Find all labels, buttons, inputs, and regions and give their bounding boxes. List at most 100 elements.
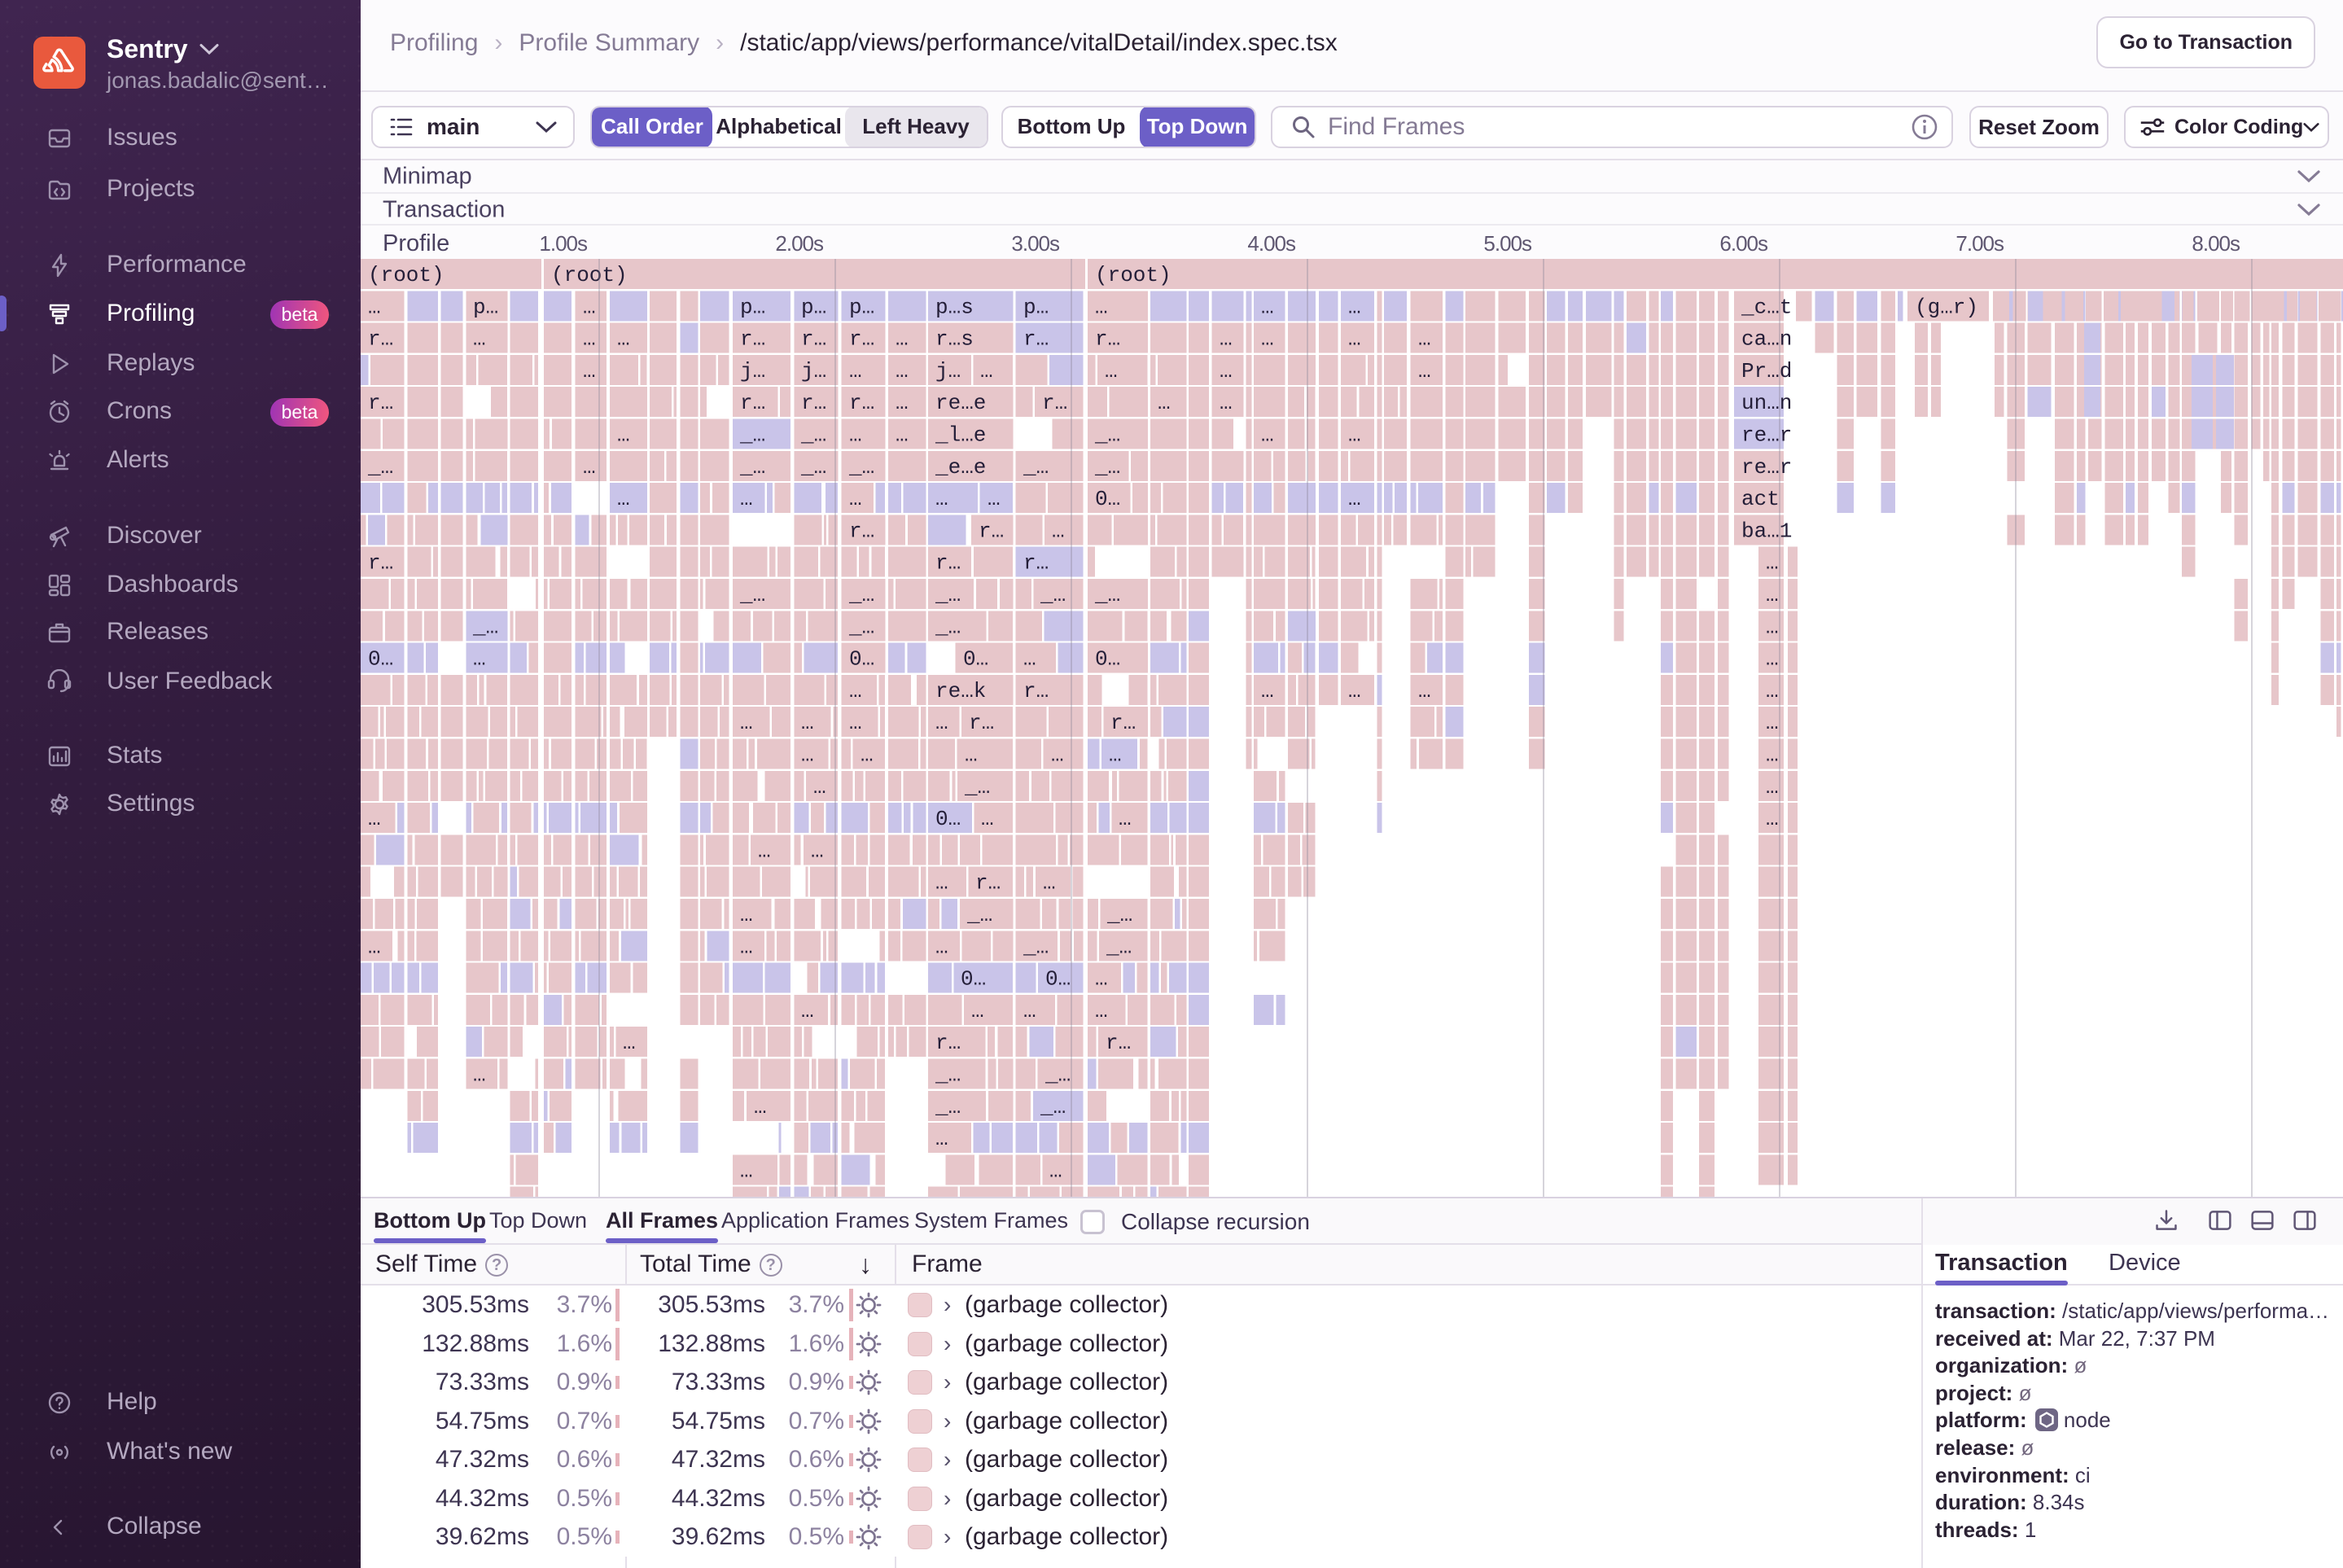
svg-text:r…: r… xyxy=(935,551,961,576)
svg-text:…: … xyxy=(1348,295,1361,319)
svg-text:…: … xyxy=(1051,743,1064,768)
svg-text:…: … xyxy=(1220,327,1233,352)
svg-text:ba…1: ba…1 xyxy=(1741,519,1792,543)
svg-text:_…: _… xyxy=(964,775,990,799)
svg-text:r…: r… xyxy=(1023,327,1049,352)
svg-text:…: … xyxy=(1043,871,1056,896)
svg-text:…: … xyxy=(965,743,978,768)
svg-text:_…: _… xyxy=(1106,935,1132,959)
svg-text:_…: _… xyxy=(1094,583,1120,607)
svg-text:…: … xyxy=(896,359,909,383)
svg-text:…: … xyxy=(740,903,753,927)
svg-text:…: … xyxy=(1348,327,1361,352)
svg-text:_…: _… xyxy=(739,423,765,448)
svg-text:_…: _… xyxy=(1040,583,1066,607)
svg-text:…: … xyxy=(1766,583,1779,607)
svg-text:…: … xyxy=(1049,1158,1062,1183)
svg-text:(g…r): (g…r) xyxy=(1915,295,1978,319)
svg-text:r…: r… xyxy=(849,327,874,352)
svg-text:p…: p… xyxy=(1023,295,1049,319)
svg-text:…: … xyxy=(473,327,486,352)
svg-text:…: … xyxy=(1261,327,1274,352)
svg-text:…: … xyxy=(935,1127,948,1151)
svg-text:p…: p… xyxy=(849,295,874,319)
svg-text:_l…e: _l…e xyxy=(935,423,986,448)
svg-text:…: … xyxy=(758,839,771,863)
svg-text:_…: _… xyxy=(848,455,874,480)
svg-text:0…: 0… xyxy=(1045,967,1071,992)
svg-text:j…: j… xyxy=(740,359,765,383)
svg-text:_…: _… xyxy=(800,455,826,480)
svg-text:…: … xyxy=(861,743,874,768)
svg-text:…: … xyxy=(801,743,814,768)
svg-text:…: … xyxy=(1220,391,1233,415)
svg-text:_…: _… xyxy=(739,583,765,607)
svg-text:r…: r… xyxy=(979,519,1004,543)
svg-text:r…: r… xyxy=(1023,679,1049,703)
svg-text:p…s: p…s xyxy=(935,295,974,319)
svg-text:…: … xyxy=(617,327,630,352)
svg-text:…: … xyxy=(1766,679,1779,703)
svg-text:p…: p… xyxy=(473,295,498,319)
svg-text:(root): (root) xyxy=(1095,263,1172,287)
svg-text:…: … xyxy=(1105,359,1118,383)
svg-text:_…: _… xyxy=(1094,423,1120,448)
svg-text:0…: 0… xyxy=(368,647,393,672)
svg-text:…: … xyxy=(1348,487,1361,511)
svg-text:…: … xyxy=(1261,679,1274,703)
svg-text:…: … xyxy=(368,295,381,319)
svg-text:r…s: r…s xyxy=(935,327,974,352)
svg-text:…: … xyxy=(623,1031,636,1055)
svg-text:…: … xyxy=(754,1095,767,1119)
svg-text:…: … xyxy=(583,455,596,480)
svg-text:_…: _… xyxy=(472,615,498,639)
svg-text:j…: j… xyxy=(801,359,826,383)
svg-text:…: … xyxy=(935,487,948,511)
svg-text:…: … xyxy=(473,647,486,672)
svg-text:_…: _… xyxy=(848,583,874,607)
svg-text:r…: r… xyxy=(368,391,393,415)
svg-text:p…: p… xyxy=(740,295,765,319)
svg-text:…: … xyxy=(1261,423,1274,448)
svg-text:r…: r… xyxy=(849,391,874,415)
svg-text:…: … xyxy=(1023,999,1036,1023)
svg-text:_…: _… xyxy=(935,1063,961,1088)
svg-text:p…: p… xyxy=(801,295,826,319)
svg-text:…: … xyxy=(1119,807,1132,831)
svg-text:re…r: re…r xyxy=(1741,423,1792,448)
svg-text:…: … xyxy=(1158,391,1171,415)
svg-text:_c…t: _c…t xyxy=(1741,295,1792,319)
svg-text:r…: r… xyxy=(740,327,765,352)
svg-text:…: … xyxy=(896,423,909,448)
svg-text:…: … xyxy=(740,711,753,735)
svg-text:…: … xyxy=(740,1158,753,1183)
svg-text:r…: r… xyxy=(1095,327,1120,352)
svg-text:…: … xyxy=(849,711,862,735)
svg-text:_…: _… xyxy=(739,455,765,480)
svg-text:…: … xyxy=(1109,743,1122,768)
svg-text:…: … xyxy=(617,487,630,511)
svg-text:…: … xyxy=(1766,711,1779,735)
svg-text:r…: r… xyxy=(1106,1031,1131,1055)
svg-text:_…: _… xyxy=(1023,455,1049,480)
svg-text:_…: _… xyxy=(1044,1063,1071,1088)
svg-text:…: … xyxy=(473,1063,486,1088)
svg-text:j…: j… xyxy=(935,359,961,383)
svg-text:_…: _… xyxy=(1094,455,1120,480)
svg-text:…: … xyxy=(1766,551,1779,576)
svg-text:0…: 0… xyxy=(961,967,986,992)
svg-text:…: … xyxy=(1348,423,1361,448)
svg-text:…: … xyxy=(1095,295,1108,319)
svg-text:…: … xyxy=(740,935,753,959)
svg-text:…: … xyxy=(1766,775,1779,799)
svg-text:…: … xyxy=(935,935,948,959)
svg-text:…: … xyxy=(368,935,381,959)
svg-text:r…: r… xyxy=(368,327,393,352)
svg-text:0…: 0… xyxy=(849,647,874,672)
svg-text:ca…n: ca…n xyxy=(1741,327,1792,352)
svg-text:…: … xyxy=(1348,679,1361,703)
svg-text:r…: r… xyxy=(969,711,994,735)
svg-text:re…r: re…r xyxy=(1741,455,1792,480)
svg-text:0…: 0… xyxy=(935,807,961,831)
svg-text:r…: r… xyxy=(935,1031,961,1055)
